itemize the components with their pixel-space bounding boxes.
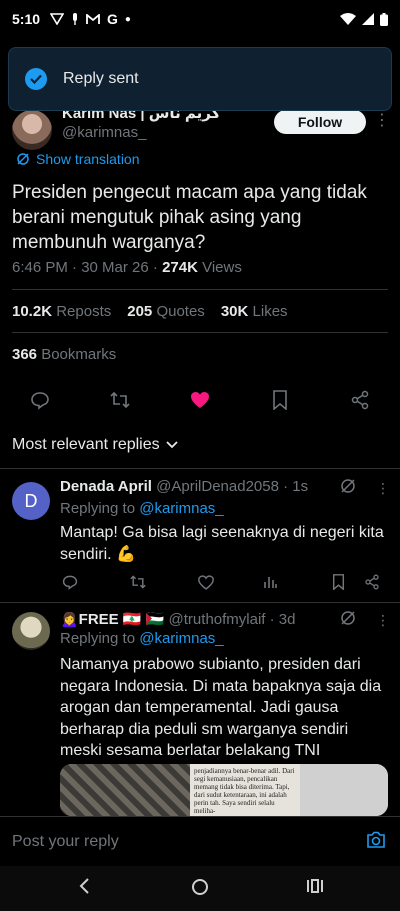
home-icon[interactable] — [191, 878, 209, 901]
share-icon[interactable] — [362, 572, 382, 592]
status-time: 5:10 — [12, 11, 41, 27]
mic-icon — [73, 13, 78, 25]
reply-actions — [60, 572, 388, 592]
reply-sent-toast: Reply sent — [8, 47, 392, 111]
reply-author-handle[interactable]: @truthofmylaif · 3d — [164, 611, 296, 628]
reply-author-name[interactable]: 🙍‍♀️FREE 🇱🇧 🇵🇸 — [60, 611, 164, 628]
reply-author-name[interactable]: Denada April — [60, 478, 152, 495]
views-count: 274K — [162, 259, 198, 276]
back-icon[interactable] — [78, 878, 90, 899]
sort-label: Most relevant replies — [12, 436, 160, 453]
reply-compose-bar: Post your reply — [0, 816, 400, 866]
reposts-stat[interactable]: 10.2K Reposts — [12, 303, 111, 320]
engagement-stats: 10.2K Reposts 205 Quotes 30K Likes — [12, 303, 298, 320]
divider — [0, 468, 400, 469]
replying-to: Replying to @karimnas_ — [60, 500, 224, 517]
divider — [12, 332, 388, 333]
likes-stat[interactable]: 30K Likes — [221, 303, 288, 320]
sort-replies-dropdown[interactable]: Most relevant replies — [12, 436, 178, 454]
like-icon[interactable] — [196, 572, 216, 592]
battery-icon — [380, 12, 388, 26]
bookmark-icon[interactable] — [328, 572, 348, 592]
status-bar: 5:10 G ● — [0, 0, 400, 38]
google-icon: G — [107, 11, 118, 27]
reply-item[interactable]: D Denada April @AprilDenad2058 · 1s ⋮ Re… — [0, 476, 400, 600]
show-translation-link[interactable]: Show translation — [16, 151, 140, 167]
chevron-down-icon — [165, 441, 178, 449]
bookmark-icon[interactable] — [268, 388, 292, 412]
author-handle[interactable]: @karimnas_ — [62, 124, 146, 141]
app-v-icon — [50, 13, 65, 25]
follow-button[interactable]: Follow — [274, 110, 366, 134]
more-options-icon[interactable]: ⋮ — [374, 110, 390, 130]
signal-icon — [362, 13, 374, 25]
tweet-text: Presiden pengecut macam apa yang tidak b… — [12, 182, 367, 253]
tweet-actions — [0, 386, 400, 414]
translate-icon — [17, 153, 29, 165]
dot-icon: ● — [124, 13, 131, 25]
reply-header: 🙍‍♀️FREE 🇱🇧 🇵🇸 @truthofmylaif · 3d — [60, 610, 295, 628]
like-icon[interactable] — [188, 388, 212, 412]
bookmarks-stat[interactable]: 366 Bookmarks — [12, 346, 116, 363]
check-circle-icon — [25, 68, 47, 90]
reply-more-icon[interactable]: ⋮ — [376, 612, 390, 629]
wifi-icon — [340, 13, 356, 25]
views-icon[interactable] — [260, 572, 280, 592]
media-photo — [60, 764, 190, 816]
views-label: Views — [197, 259, 242, 276]
toast-message: Reply sent — [63, 70, 139, 87]
tweet-time: 6:46 PM · 30 Mar 26 · — [12, 259, 163, 276]
recents-icon[interactable] — [306, 878, 324, 899]
replying-to-handle[interactable]: @karimnas_ — [139, 630, 223, 647]
reply-author-handle[interactable]: @AprilDenad2058 · 1s — [152, 478, 308, 495]
repost-icon[interactable] — [108, 388, 132, 412]
tweet-author: Karim Nas | كريم ناس @karimnas_ Follow ⋮ — [12, 104, 390, 152]
divider — [0, 602, 400, 603]
gmail-icon — [86, 13, 100, 24]
system-icons — [340, 12, 388, 26]
camera-icon[interactable] — [366, 831, 386, 854]
reply-text: Namanya prabowo subianto, presiden dari … — [60, 656, 382, 759]
reply-more-icon[interactable]: ⋮ — [376, 480, 390, 497]
quotes-stat[interactable]: 205 Quotes — [127, 303, 205, 320]
replying-to: Replying to @karimnas_ — [60, 630, 224, 647]
reply-input[interactable]: Post your reply — [12, 833, 119, 851]
system-nav-bar — [0, 866, 400, 911]
media-background — [300, 764, 388, 816]
share-icon[interactable] — [348, 388, 372, 412]
replying-to-handle[interactable]: @karimnas_ — [139, 500, 223, 517]
reply-media-image[interactable]: penjadiannya benar-benar adil. Dari segi… — [60, 764, 388, 816]
show-translation-label: Show translation — [36, 151, 140, 167]
grok-icon[interactable] — [340, 610, 356, 631]
tweet-meta: 6:46 PM · 30 Mar 26 · 274K Views — [12, 259, 242, 276]
repost-icon[interactable] — [128, 572, 148, 592]
author-avatar[interactable] — [12, 110, 52, 150]
notification-icons: G ● — [50, 11, 131, 27]
grok-icon[interactable] — [340, 478, 356, 499]
reply-icon[interactable] — [28, 388, 52, 412]
reply-text: Mantap! Ga bisa lagi seenaknya di negeri… — [60, 524, 384, 563]
reply-icon[interactable] — [60, 572, 80, 592]
reply-header: Denada April @AprilDenad2058 · 1s — [60, 478, 308, 495]
divider — [12, 289, 388, 290]
reply-avatar[interactable] — [12, 612, 50, 650]
reply-avatar[interactable]: D — [12, 482, 50, 520]
media-page-text: penjadiannya benar-benar adil. Dari segi… — [190, 764, 300, 816]
